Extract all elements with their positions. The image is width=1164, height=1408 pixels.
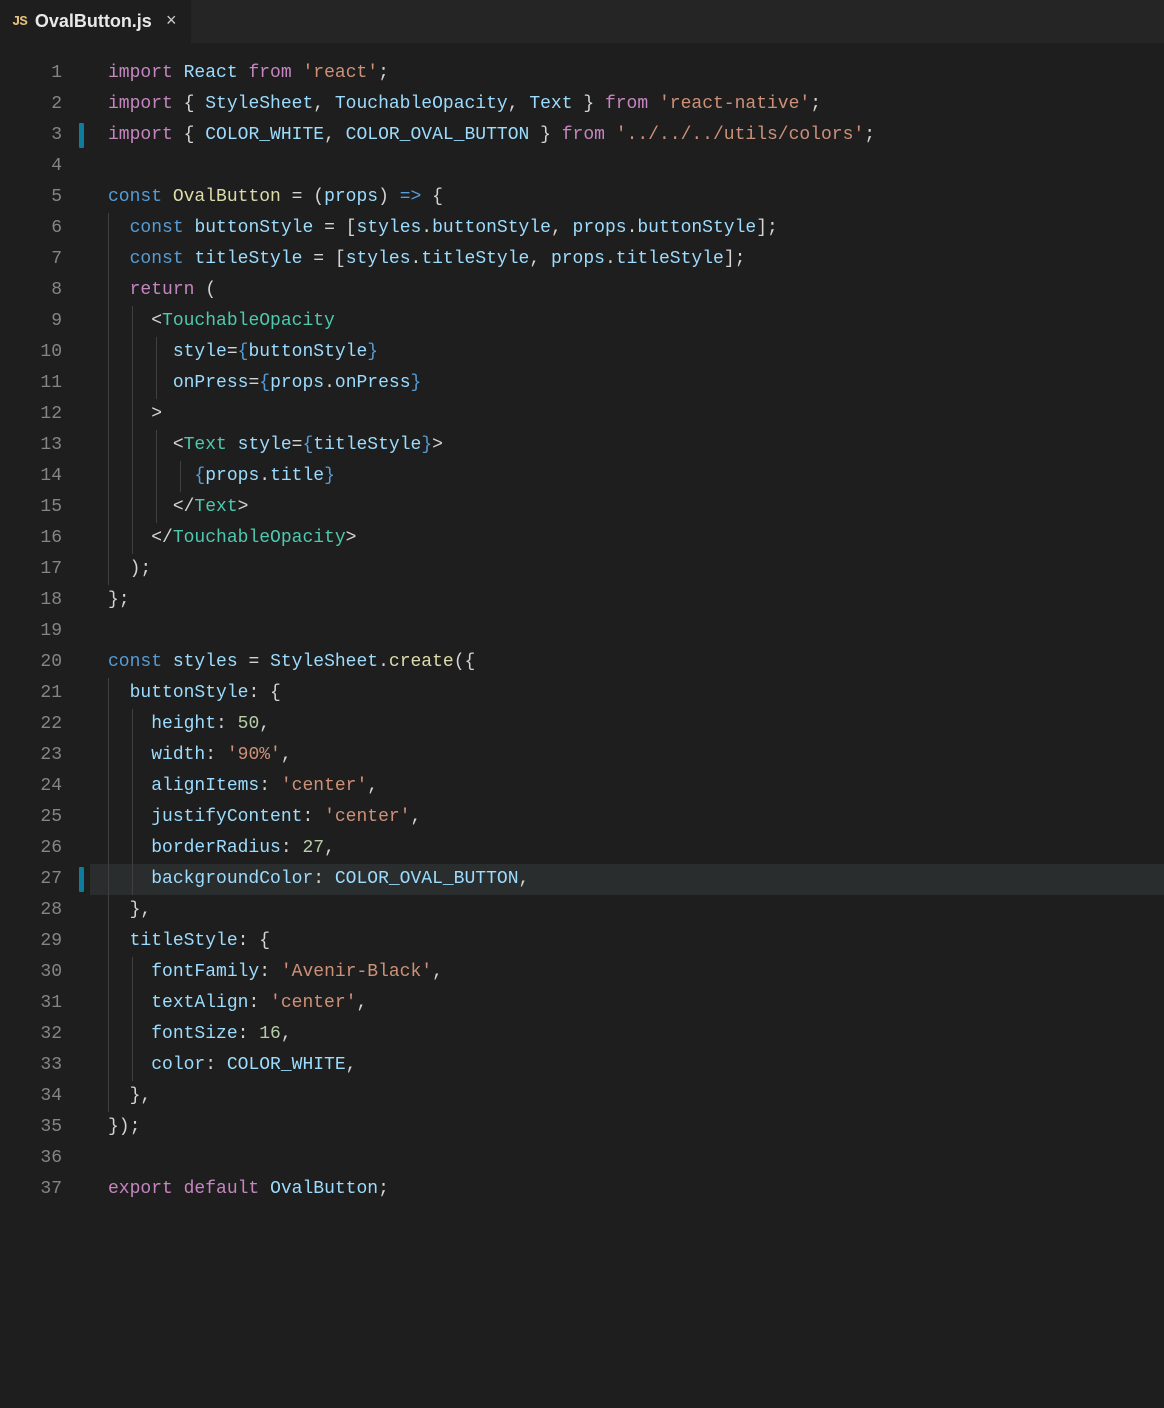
- line-number: 3: [0, 120, 90, 151]
- code-line[interactable]: },: [90, 1081, 1164, 1112]
- code-line[interactable]: export default OvalButton;: [90, 1174, 1164, 1205]
- code-line[interactable]: backgroundColor: COLOR_OVAL_BUTTON,: [90, 864, 1164, 895]
- code-line[interactable]: justifyContent: 'center',: [90, 802, 1164, 833]
- code-line[interactable]: onPress={props.onPress}: [90, 368, 1164, 399]
- line-number: 8: [0, 275, 90, 306]
- line-number: 1: [0, 58, 90, 89]
- line-number: 36: [0, 1143, 90, 1174]
- close-icon[interactable]: ×: [166, 13, 177, 31]
- code-line[interactable]: const OvalButton = (props) => {: [90, 182, 1164, 213]
- line-number: 17: [0, 554, 90, 585]
- code-line[interactable]: buttonStyle: {: [90, 678, 1164, 709]
- code-line[interactable]: alignItems: 'center',: [90, 771, 1164, 802]
- code-line[interactable]: fontSize: 16,: [90, 1019, 1164, 1050]
- line-number: 13: [0, 430, 90, 461]
- line-number: 31: [0, 988, 90, 1019]
- code-line[interactable]: </Text>: [90, 492, 1164, 523]
- line-number: 9: [0, 306, 90, 337]
- line-number: 33: [0, 1050, 90, 1081]
- code-line[interactable]: );: [90, 554, 1164, 585]
- line-number: 37: [0, 1174, 90, 1205]
- code-line[interactable]: });: [90, 1112, 1164, 1143]
- line-number: 4: [0, 151, 90, 182]
- code-line[interactable]: </TouchableOpacity>: [90, 523, 1164, 554]
- code-area[interactable]: import React from 'react';import { Style…: [90, 58, 1164, 1408]
- code-line[interactable]: [90, 1143, 1164, 1174]
- code-line[interactable]: };: [90, 585, 1164, 616]
- line-number: 34: [0, 1081, 90, 1112]
- line-number: 22: [0, 709, 90, 740]
- line-number: 20: [0, 647, 90, 678]
- line-number: 10: [0, 337, 90, 368]
- line-number: 12: [0, 399, 90, 430]
- code-line[interactable]: },: [90, 895, 1164, 926]
- code-line[interactable]: <Text style={titleStyle}>: [90, 430, 1164, 461]
- line-number: 19: [0, 616, 90, 647]
- code-line[interactable]: import { COLOR_WHITE, COLOR_OVAL_BUTTON …: [90, 120, 1164, 151]
- line-number: 14: [0, 461, 90, 492]
- line-number: 16: [0, 523, 90, 554]
- code-line[interactable]: textAlign: 'center',: [90, 988, 1164, 1019]
- code-line[interactable]: width: '90%',: [90, 740, 1164, 771]
- code-line[interactable]: style={buttonStyle}: [90, 337, 1164, 368]
- line-number: 24: [0, 771, 90, 802]
- line-number: 15: [0, 492, 90, 523]
- line-number: 2: [0, 89, 90, 120]
- code-line[interactable]: <TouchableOpacity: [90, 306, 1164, 337]
- line-number: 18: [0, 585, 90, 616]
- line-number: 32: [0, 1019, 90, 1050]
- js-file-icon: JS: [12, 14, 27, 30]
- code-line[interactable]: import React from 'react';: [90, 58, 1164, 89]
- line-number: 25: [0, 802, 90, 833]
- line-number: 28: [0, 895, 90, 926]
- line-number: 6: [0, 213, 90, 244]
- line-number: 26: [0, 833, 90, 864]
- code-line[interactable]: return (: [90, 275, 1164, 306]
- line-number: 30: [0, 957, 90, 988]
- code-line[interactable]: import { StyleSheet, TouchableOpacity, T…: [90, 89, 1164, 120]
- code-line[interactable]: borderRadius: 27,: [90, 833, 1164, 864]
- code-line[interactable]: [90, 151, 1164, 182]
- tab-bar: JS OvalButton.js ×: [0, 0, 1164, 44]
- line-number: 11: [0, 368, 90, 399]
- code-line[interactable]: >: [90, 399, 1164, 430]
- line-number: 21: [0, 678, 90, 709]
- code-line[interactable]: height: 50,: [90, 709, 1164, 740]
- line-number: 5: [0, 182, 90, 213]
- line-number: 35: [0, 1112, 90, 1143]
- code-line[interactable]: [90, 616, 1164, 647]
- editor[interactable]: 1234567891011121314151617181920212223242…: [0, 44, 1164, 1408]
- code-line[interactable]: titleStyle: {: [90, 926, 1164, 957]
- code-line[interactable]: const buttonStyle = [styles.buttonStyle,…: [90, 213, 1164, 244]
- line-number: 7: [0, 244, 90, 275]
- code-line[interactable]: fontFamily: 'Avenir-Black',: [90, 957, 1164, 988]
- tab-title: OvalButton.js: [35, 11, 152, 32]
- line-number: 23: [0, 740, 90, 771]
- line-number: 27: [0, 864, 90, 895]
- gutter: 1234567891011121314151617181920212223242…: [0, 58, 90, 1408]
- code-line[interactable]: const titleStyle = [styles.titleStyle, p…: [90, 244, 1164, 275]
- code-line[interactable]: color: COLOR_WHITE,: [90, 1050, 1164, 1081]
- code-line[interactable]: const styles = StyleSheet.create({: [90, 647, 1164, 678]
- line-number: 29: [0, 926, 90, 957]
- tab-ovalbutton[interactable]: JS OvalButton.js ×: [0, 0, 191, 43]
- code-line[interactable]: {props.title}: [90, 461, 1164, 492]
